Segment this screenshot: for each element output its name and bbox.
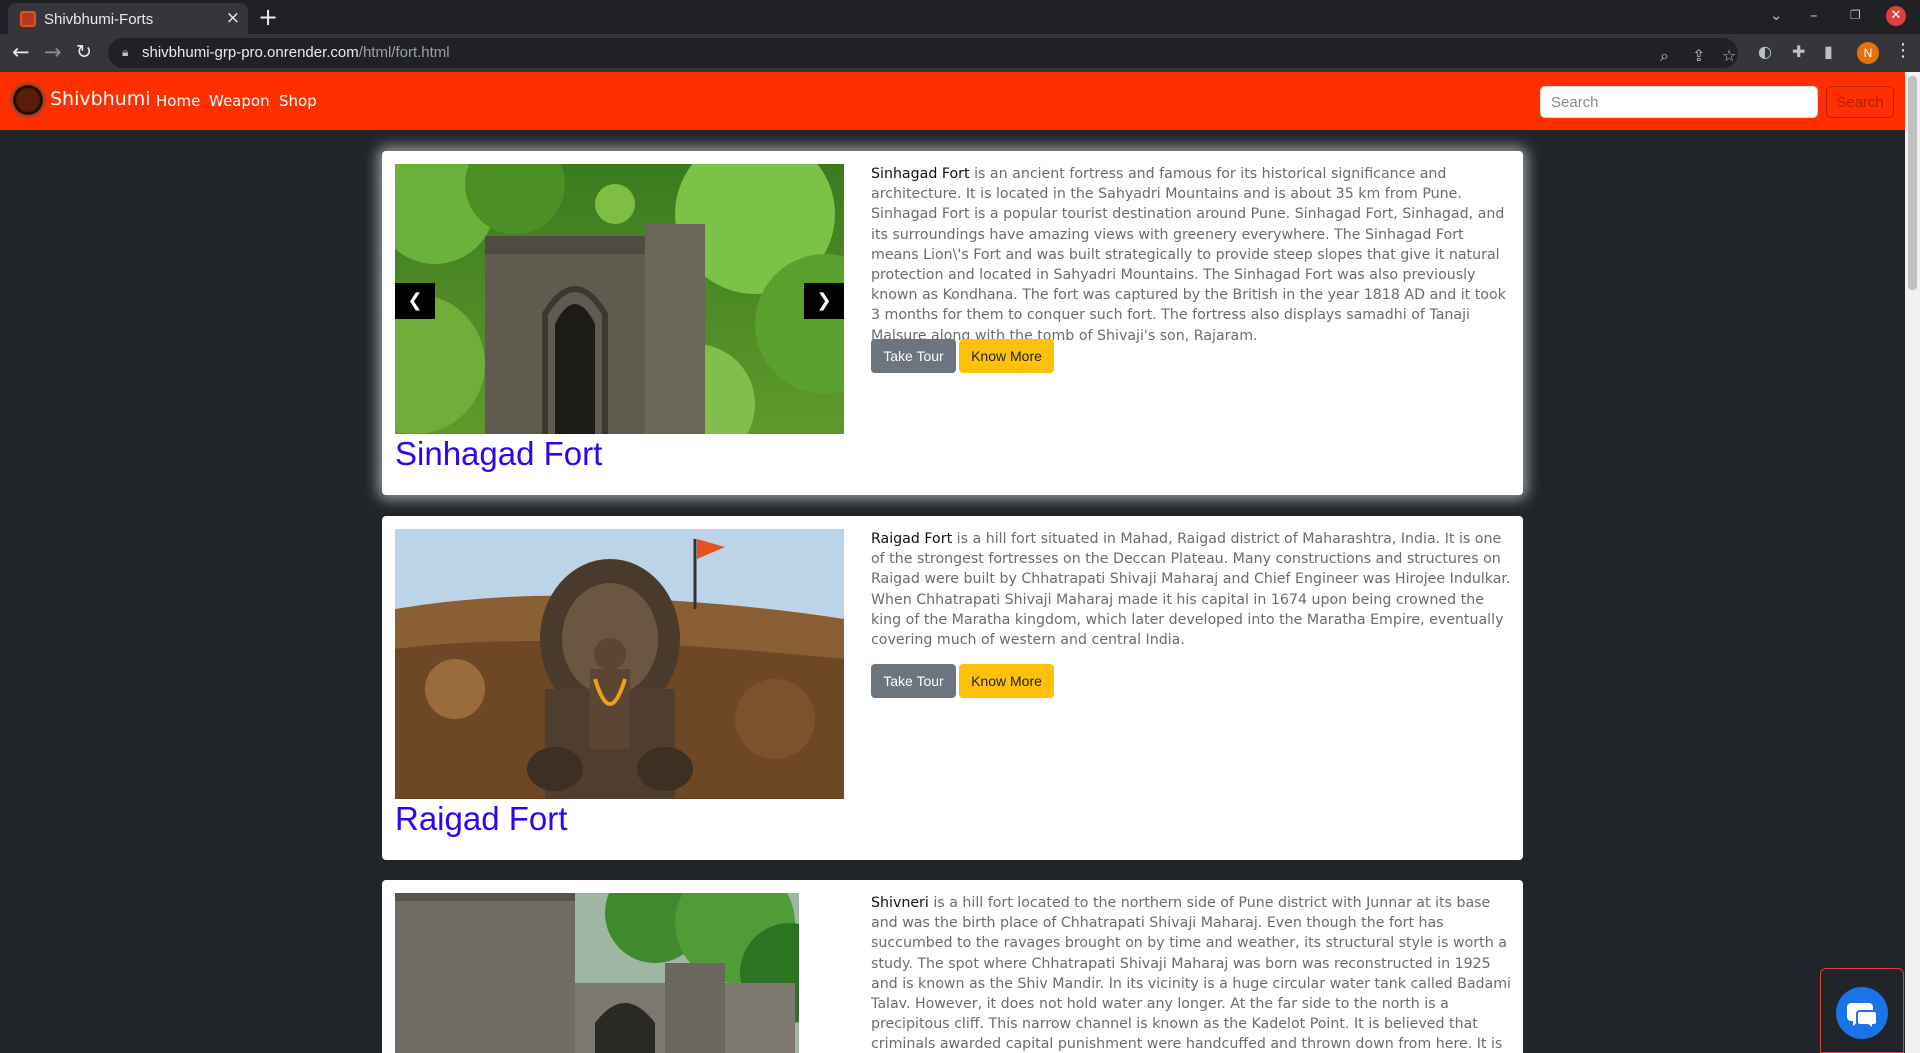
star-icon[interactable]: ☆ — [1722, 46, 1736, 65]
fort-description: Raigad Fort is a hill fort situated in M… — [871, 529, 1511, 650]
fort-description-text: is a hill fort situated in Mahad, Raigad… — [871, 531, 1511, 649]
tab-search-icon[interactable]: ⌄ — [1770, 6, 1783, 24]
nav-link-home[interactable]: Home — [156, 92, 200, 110]
lock-icon: 🔒︎ — [122, 45, 129, 59]
fort-description: Shivneri is a hill fort located to the n… — [871, 893, 1511, 1053]
sidepanel-icon[interactable]: ▮ — [1824, 42, 1833, 61]
tab-close-icon[interactable]: × — [226, 8, 240, 28]
search-button[interactable]: Search — [1826, 86, 1894, 118]
nav-link-shop[interactable]: Shop — [279, 92, 317, 110]
fort-description-text: is a hill fort located to the northern s… — [871, 895, 1511, 1053]
know-more-button[interactable]: Know More — [959, 339, 1054, 373]
brand-name[interactable]: Shivbhumi — [50, 88, 151, 110]
fort-name: Shivneri — [871, 895, 929, 911]
fort-name: Raigad Fort — [871, 531, 953, 547]
site-navbar: Shivbhumi Home Weapon Shop Search — [0, 72, 1905, 130]
minimize-icon[interactable]: – — [1810, 6, 1818, 24]
share-icon[interactable]: ⇪ — [1692, 46, 1705, 65]
fort-description: Sinhagad Fort is an ancient fortress and… — [871, 164, 1511, 346]
raigad-fort-image — [395, 529, 844, 799]
fort-card-shivneri: Shivneri is a hill fort located to the n… — [382, 880, 1523, 1053]
browser-toolbar: ← → ↻ 🔒︎ shivbhumi-grp-pro.onrender.com/… — [0, 34, 1920, 72]
browser-tab-bar: Shivbhumi-Forts × + ⌄ – ❐ ✕ — [0, 0, 1920, 34]
carousel-next-button[interactable]: ❯ — [804, 283, 844, 319]
shivneri-fort-image — [395, 893, 799, 1053]
scrollbar-thumb[interactable] — [1908, 76, 1917, 290]
carousel-prev-button[interactable]: ❮ — [395, 283, 435, 319]
extension-icon[interactable]: ◐ — [1758, 42, 1772, 61]
fort-name: Sinhagad Fort — [871, 166, 970, 182]
tab-title: Shivbhumi-Forts — [44, 11, 154, 28]
url-text: shivbhumi-grp-pro.onrender.com/html/fort… — [142, 44, 450, 61]
browser-tab[interactable]: Shivbhumi-Forts × — [8, 3, 248, 34]
fort-image-frame — [395, 893, 799, 1053]
forward-icon[interactable]: → — [44, 40, 62, 64]
fort-title: Sinhagad Fort — [395, 435, 603, 472]
nav-link-weapon[interactable]: Weapon — [209, 92, 270, 110]
favicon-icon — [20, 11, 36, 27]
brand-logo[interactable] — [10, 82, 46, 118]
page-scrollbar[interactable] — [1905, 72, 1920, 1053]
chat-widget-frame — [1820, 968, 1904, 1053]
profile-avatar[interactable]: N — [1857, 42, 1879, 64]
fort-image-frame — [395, 529, 844, 799]
extensions-icon[interactable]: ✚ — [1792, 42, 1805, 61]
restore-icon[interactable]: ❐ — [1850, 8, 1861, 22]
take-tour-button[interactable]: Take Tour — [871, 339, 956, 373]
new-tab-button[interactable]: + — [258, 3, 278, 31]
zoom-icon[interactable]: ⌕ — [1660, 46, 1669, 66]
know-more-button[interactable]: Know More — [959, 664, 1054, 698]
fort-card-sinhagad: ❮ ❯ Sinhagad Fort Sinhagad Fort is an an… — [382, 151, 1523, 495]
fort-carousel: ❮ ❯ — [395, 164, 844, 434]
window-close-button[interactable]: ✕ — [1886, 6, 1906, 26]
chat-widget-button[interactable] — [1836, 987, 1888, 1039]
take-tour-button[interactable]: Take Tour — [871, 664, 956, 698]
back-icon[interactable]: ← — [12, 40, 30, 64]
search-input[interactable] — [1540, 86, 1818, 118]
menu-icon[interactable]: ⋮ — [1894, 40, 1912, 61]
fort-card-raigad: Raigad Fort Raigad Fort is a hill fort s… — [382, 516, 1523, 860]
fort-description-text: is an ancient fortress and famous for it… — [871, 166, 1506, 344]
fort-title: Raigad Fort — [395, 800, 568, 837]
address-bar[interactable]: 🔒︎ shivbhumi-grp-pro.onrender.com/html/f… — [108, 38, 1738, 68]
chat-icon — [1847, 1003, 1878, 1032]
sinhagad-fort-image — [395, 164, 844, 434]
reload-icon[interactable]: ↻ — [76, 41, 92, 63]
